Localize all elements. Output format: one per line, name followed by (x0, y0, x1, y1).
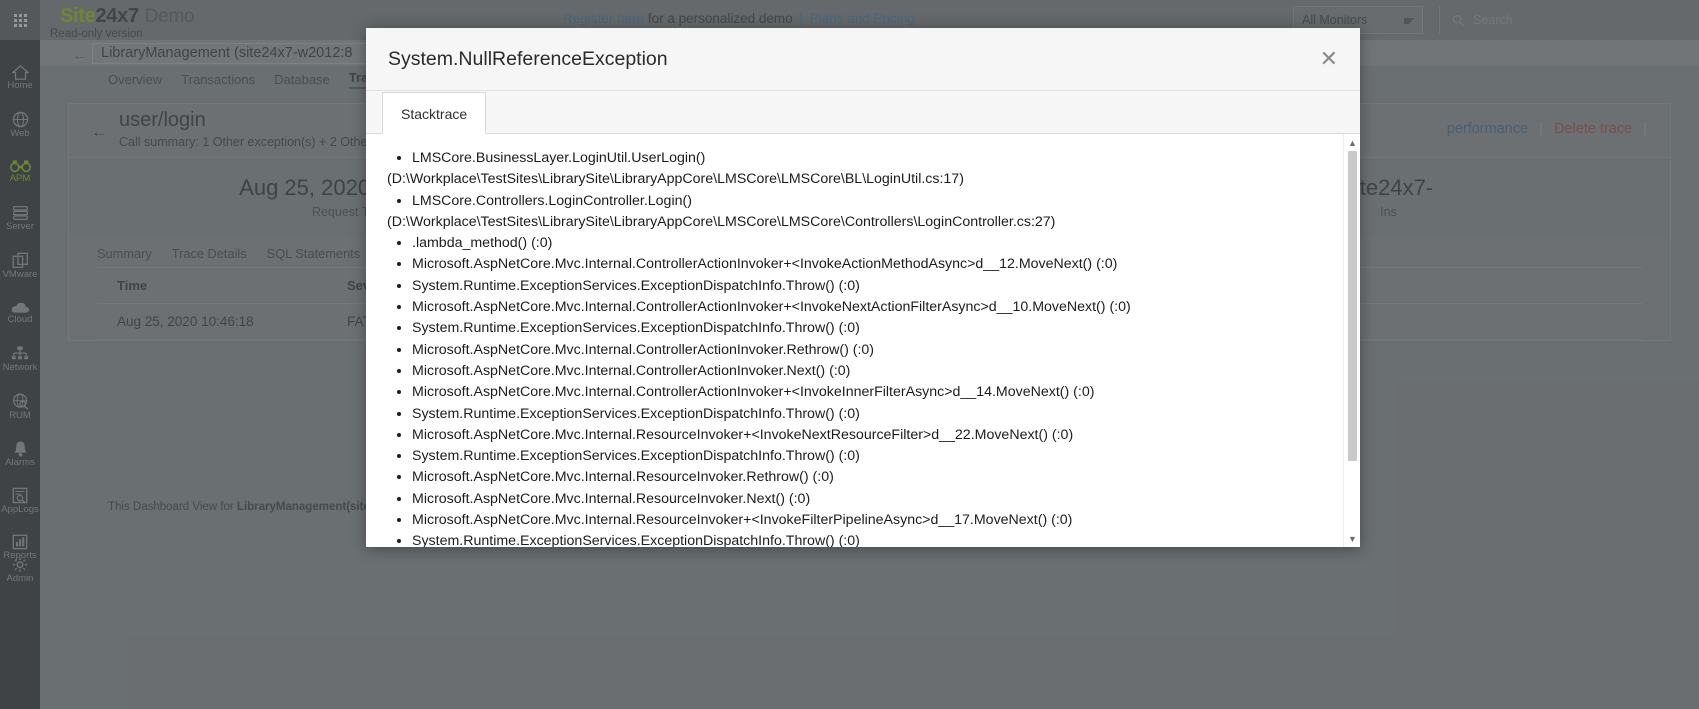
frame-signature: Microsoft.AspNetCore.Mvc.Internal.Contro… (412, 299, 1131, 316)
frame-signature: System.Runtime.ExceptionServices.Excepti… (412, 320, 860, 337)
frame-source-path: (D:\Workplace\TestSites\LibrarySite\Libr… (387, 171, 964, 188)
stacktrace-frame: Microsoft.AspNetCore.Mvc.Internal.Contro… (412, 382, 1327, 403)
app-root: Site24x7Demo Read-only version Register … (0, 0, 1699, 709)
frame-signature: Microsoft.AspNetCore.Mvc.Internal.Contro… (412, 256, 1118, 273)
stacktrace-frame: System.Runtime.ExceptionServices.Excepti… (412, 276, 1327, 297)
stacktrace-frame: LMSCore.BusinessLayer.LoginUtil.UserLogi… (387, 148, 1327, 191)
stacktrace-frame: System.Runtime.ExceptionServices.Excepti… (412, 404, 1327, 425)
frame-signature: Microsoft.AspNetCore.Mvc.Internal.Resour… (412, 469, 834, 486)
stacktrace-frame: LMSCore.Controllers.LoginController.Logi… (387, 191, 1327, 234)
exception-modal: System.NullReferenceException ✕ Stacktra… (366, 28, 1360, 547)
frame-signature: System.Runtime.ExceptionServices.Excepti… (412, 533, 860, 547)
frame-signature: LMSCore.BusinessLayer.LoginUtil.UserLogi… (412, 150, 706, 166)
frame-source-path: (D:\Workplace\TestSites\LibrarySite\Libr… (387, 213, 1056, 230)
chevron-down-icon[interactable]: ▼ (1344, 530, 1360, 547)
stacktrace-frame: System.Runtime.ExceptionServices.Excepti… (412, 531, 1327, 547)
scrollbar-track[interactable] (1344, 151, 1360, 530)
stacktrace-frame: System.Runtime.ExceptionServices.Excepti… (412, 318, 1327, 339)
chevron-up-icon[interactable]: ▲ (1344, 134, 1360, 151)
modal-title: System.NullReferenceException (388, 47, 668, 70)
modal-scrollbar[interactable]: ▲ ▼ (1343, 134, 1360, 547)
stacktrace-frame: Microsoft.AspNetCore.Mvc.Internal.Contro… (412, 361, 1327, 382)
frame-signature: Microsoft.AspNetCore.Mvc.Internal.Contro… (412, 341, 875, 358)
close-icon[interactable]: ✕ (1320, 48, 1338, 70)
frame-signature: Microsoft.AspNetCore.Mvc.Internal.Contro… (412, 384, 1095, 401)
stacktrace-frame: System.Runtime.ExceptionServices.Excepti… (412, 446, 1327, 467)
frame-signature: LMSCore.Controllers.LoginController.Logi… (412, 192, 692, 209)
modal-header: System.NullReferenceException ✕ (366, 28, 1360, 91)
modal-body: LMSCore.BusinessLayer.LoginUtil.UserLogi… (366, 134, 1360, 547)
stacktrace-frame: Microsoft.AspNetCore.Mvc.Internal.Contro… (412, 254, 1327, 275)
scrollbar-thumb[interactable] (1348, 151, 1357, 461)
stacktrace-frame: Microsoft.AspNetCore.Mvc.Internal.Contro… (412, 297, 1327, 318)
frame-signature: Microsoft.AspNetCore.Mvc.Internal.Contro… (412, 362, 851, 379)
frame-signature: Microsoft.AspNetCore.Mvc.Internal.Resour… (412, 490, 811, 507)
stacktrace-frame: Microsoft.AspNetCore.Mvc.Internal.Contro… (412, 340, 1327, 361)
modal-tabs: Stacktrace (366, 91, 1360, 134)
stacktrace-list: LMSCore.BusinessLayer.LoginUtil.UserLogi… (366, 148, 1343, 547)
stacktrace-scroll-region[interactable]: LMSCore.BusinessLayer.LoginUtil.UserLogi… (366, 134, 1343, 547)
stacktrace-frame: Microsoft.AspNetCore.Mvc.Internal.Resour… (412, 510, 1327, 531)
stacktrace-frame: .lambda_method() (:0) (412, 233, 1327, 254)
frame-signature: System.Runtime.ExceptionServices.Excepti… (412, 405, 860, 422)
frame-signature: Microsoft.AspNetCore.Mvc.Internal.Resour… (412, 426, 1074, 443)
stacktrace-frame: Microsoft.AspNetCore.Mvc.Internal.Resour… (412, 489, 1327, 510)
stacktrace-frame: Microsoft.AspNetCore.Mvc.Internal.Resour… (412, 425, 1327, 446)
frame-signature: Microsoft.AspNetCore.Mvc.Internal.Resour… (412, 512, 1073, 529)
frame-signature: System.Runtime.ExceptionServices.Excepti… (412, 448, 860, 465)
frame-signature: System.Runtime.ExceptionServices.Excepti… (412, 277, 860, 294)
stacktrace-frame: Microsoft.AspNetCore.Mvc.Internal.Resour… (412, 467, 1327, 488)
tab-stacktrace[interactable]: Stacktrace (382, 92, 487, 134)
frame-signature: .lambda_method() (:0) (412, 235, 553, 252)
